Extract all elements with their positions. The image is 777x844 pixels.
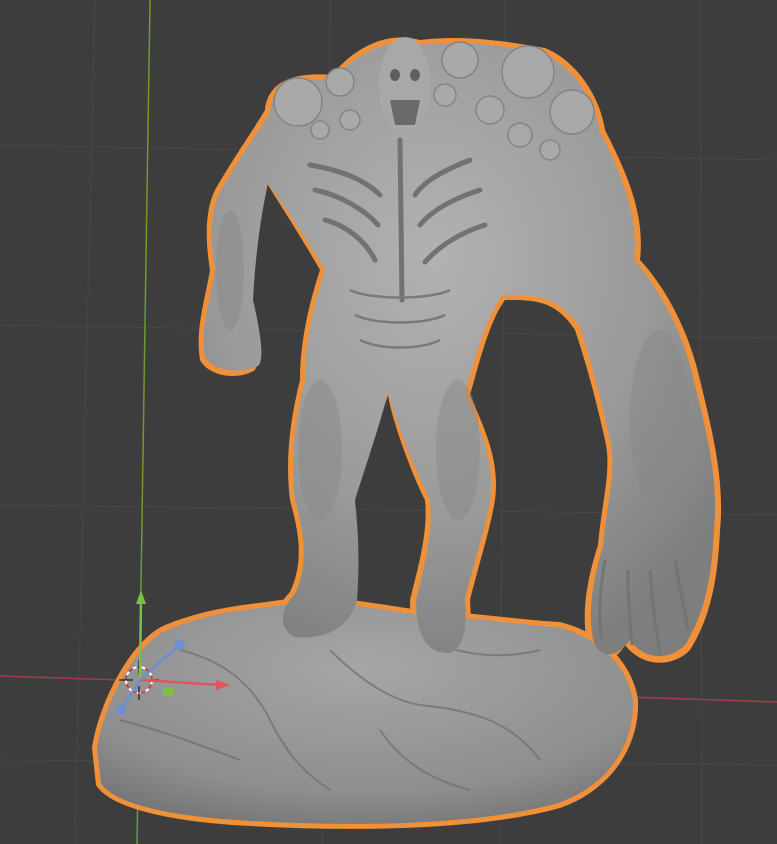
viewport-canvas[interactable] — [0, 0, 777, 844]
rock-base — [97, 602, 634, 824]
3d-viewport[interactable] — [0, 0, 777, 844]
creature-mesh — [203, 42, 716, 657]
creature-head — [379, 37, 431, 133]
